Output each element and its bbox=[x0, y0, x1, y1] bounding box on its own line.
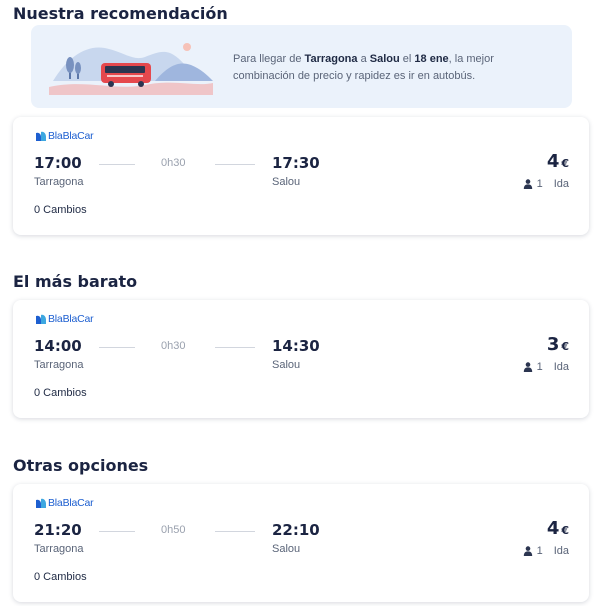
trip-price: 4 € bbox=[546, 518, 569, 539]
route-line bbox=[99, 531, 135, 532]
departure-time: 21:20 bbox=[34, 521, 82, 539]
trip-type: Ida bbox=[553, 361, 569, 373]
trip-card-recommended[interactable]: BlaBlaCar 17:00 0h30 17:30 Tarragona Sal… bbox=[13, 117, 589, 235]
route-line bbox=[99, 347, 135, 348]
section-title-cheapest: El más barato bbox=[13, 272, 138, 291]
person-icon bbox=[523, 362, 532, 372]
departure-city: Tarragona bbox=[34, 176, 84, 188]
passenger-info: 1 Ida bbox=[523, 178, 569, 190]
trip-type: Ida bbox=[553, 545, 569, 557]
currency-symbol: € bbox=[561, 340, 569, 353]
currency-symbol: € bbox=[561, 524, 569, 537]
changes-count: 0 Cambios bbox=[34, 387, 87, 399]
banner-origin: Tarragona bbox=[304, 53, 358, 65]
arrival-time: 22:10 bbox=[272, 521, 320, 539]
operator-logo: BlaBlaCar bbox=[35, 313, 94, 325]
departure-time: 17:00 bbox=[34, 154, 82, 172]
operator-logo: BlaBlaCar bbox=[35, 130, 94, 142]
changes-count: 0 Cambios bbox=[34, 204, 87, 216]
blablacar-logo-icon bbox=[36, 314, 46, 324]
arrival-city: Salou bbox=[272, 543, 301, 555]
departure-city: Tarragona bbox=[34, 543, 84, 555]
operator-logo: BlaBlaCar bbox=[35, 497, 94, 509]
trip-type: Ida bbox=[553, 178, 569, 190]
blablacar-logo-icon bbox=[36, 131, 46, 141]
arrival-city: Salou bbox=[272, 359, 301, 371]
bus-landscape-illustration bbox=[49, 43, 213, 95]
section-title-recommended: Nuestra recomendación bbox=[13, 4, 228, 23]
route-line bbox=[99, 164, 135, 165]
passenger-info: 1 Ida bbox=[523, 545, 569, 557]
arrival-city: Salou bbox=[272, 176, 301, 188]
route-line bbox=[215, 531, 255, 532]
person-icon bbox=[523, 546, 532, 556]
trip-card-other[interactable]: BlaBlaCar 21:20 0h50 22:10 Tarragona Sal… bbox=[13, 484, 589, 602]
banner-destination: Salou bbox=[369, 53, 400, 65]
trip-duration: 0h50 bbox=[161, 524, 186, 536]
recommendation-banner: Para llegar de Tarragona a Salou el 18 e… bbox=[31, 25, 572, 108]
banner-date: 18 ene bbox=[414, 53, 449, 65]
passenger-count: 1 bbox=[536, 545, 543, 557]
route-line bbox=[215, 347, 255, 348]
passenger-info: 1 Ida bbox=[523, 361, 569, 373]
section-title-others: Otras opciones bbox=[13, 456, 149, 475]
passenger-count: 1 bbox=[536, 361, 543, 373]
currency-symbol: € bbox=[561, 157, 569, 170]
trip-card-cheapest[interactable]: BlaBlaCar 14:00 0h30 14:30 Tarragona Sal… bbox=[13, 300, 589, 418]
trip-price: 3 € bbox=[546, 334, 569, 355]
departure-time: 14:00 bbox=[34, 337, 82, 355]
trip-duration: 0h30 bbox=[161, 340, 186, 352]
arrival-time: 14:30 bbox=[272, 337, 320, 355]
blablacar-logo-icon bbox=[36, 498, 46, 508]
trip-duration: 0h30 bbox=[161, 157, 186, 169]
departure-city: Tarragona bbox=[34, 359, 84, 371]
route-line bbox=[215, 164, 255, 165]
passenger-count: 1 bbox=[536, 178, 543, 190]
person-icon bbox=[523, 179, 532, 189]
trip-price: 4 € bbox=[546, 151, 569, 172]
arrival-time: 17:30 bbox=[272, 154, 320, 172]
banner-message: Para llegar de Tarragona a Salou el 18 e… bbox=[233, 53, 494, 82]
changes-count: 0 Cambios bbox=[34, 571, 87, 583]
